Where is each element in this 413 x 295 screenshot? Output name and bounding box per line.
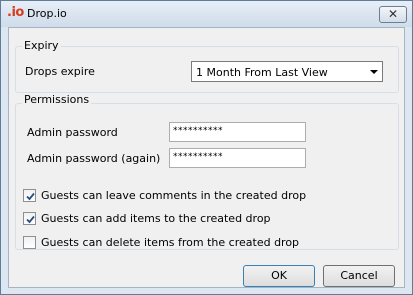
option-add-items[interactable]: Guests can add items to the created drop [23,211,323,226]
drops-expire-value: 1 Month From Last View [196,66,328,79]
title-bar[interactable]: .io Drop.io ✕ [1,1,412,27]
option-label: Guests can add items to the created drop [41,212,271,225]
cancel-button[interactable]: Cancel [323,265,395,287]
dialog-content: Expiry Drops expire 1 Month From Last Vi… [8,27,405,288]
admin-password-again-field[interactable]: ********** [169,148,306,168]
dropdown-arrow-icon [370,70,378,74]
checkmark-icon [26,192,35,201]
option-delete-items[interactable]: Guests can delete items from the created… [23,235,323,250]
checkbox-delete-items[interactable] [23,236,36,249]
option-leave-comments[interactable]: Guests can leave comments in the created… [23,188,323,203]
expiry-group-title: Expiry [22,39,61,52]
window-title: Drop.io [27,7,67,20]
option-label: Guests can leave comments in the created… [41,189,307,202]
ok-button[interactable]: OK [243,265,315,287]
admin-password-label: Admin password [27,126,118,139]
close-button[interactable]: ✕ [379,6,407,23]
admin-password-field[interactable]: ********** [169,122,306,142]
checkbox-leave-comments[interactable] [23,189,36,202]
app-logo: .io [7,5,24,20]
dialog-window: .io Drop.io ✕ Expiry Drops expire 1 Mont… [0,0,413,295]
drops-expire-select[interactable]: 1 Month From Last View [191,61,383,82]
drops-expire-label: Drops expire [25,65,95,78]
checkbox-add-items[interactable] [23,212,36,225]
option-label: Guests can delete items from the created… [41,236,300,249]
permissions-group-title: Permissions [22,93,92,106]
close-icon: ✕ [387,7,399,21]
checkmark-icon [26,215,35,224]
admin-password-again-label: Admin password (again) [27,152,161,165]
